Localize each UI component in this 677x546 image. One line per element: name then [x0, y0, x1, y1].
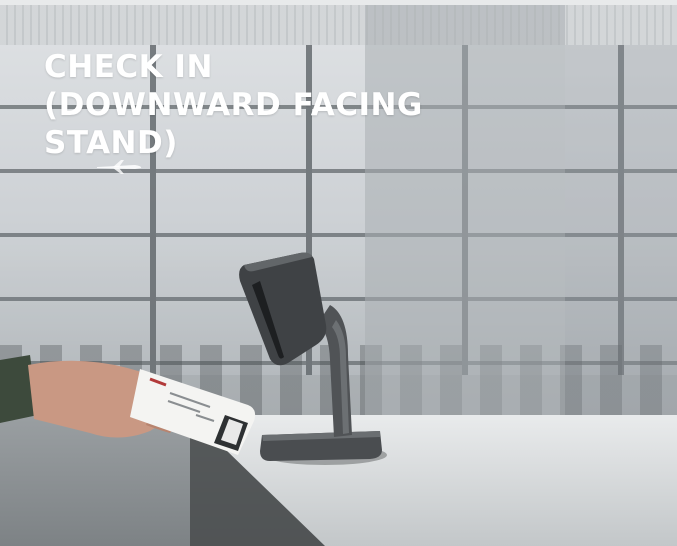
hand-with-boarding-pass — [0, 355, 256, 455]
hero-scene: CHECK IN (DOWNWARD FACING STAND) — [0, 0, 677, 546]
glass-panel-right — [565, 45, 677, 420]
page-title: CHECK IN (DOWNWARD FACING STAND) — [44, 49, 423, 161]
airport-ceiling — [0, 5, 677, 45]
